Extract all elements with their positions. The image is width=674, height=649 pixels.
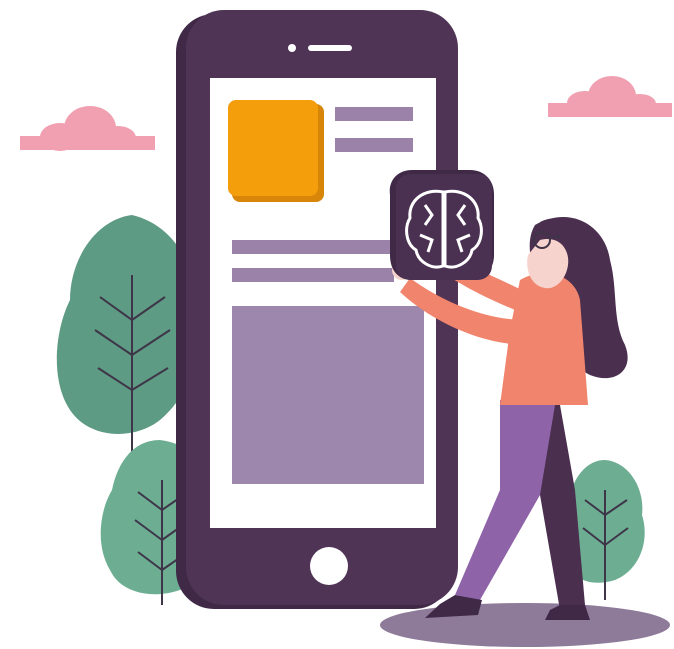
phone-camera-icon: [288, 44, 296, 52]
ground-shadow: [380, 603, 670, 647]
brain-app-tile: [389, 170, 494, 280]
app-tile-orange: [228, 100, 318, 196]
illustration-canvas: [20, 10, 672, 647]
placeholder-bar: [335, 138, 413, 152]
content-block: [232, 306, 424, 484]
cloud-left: [20, 106, 155, 151]
phone-speaker-icon: [308, 45, 352, 51]
placeholder-bar: [232, 268, 394, 282]
home-button-icon: [310, 547, 348, 585]
placeholder-bar: [335, 107, 413, 121]
cloud-right: [548, 76, 672, 117]
smartphone: [176, 10, 458, 609]
